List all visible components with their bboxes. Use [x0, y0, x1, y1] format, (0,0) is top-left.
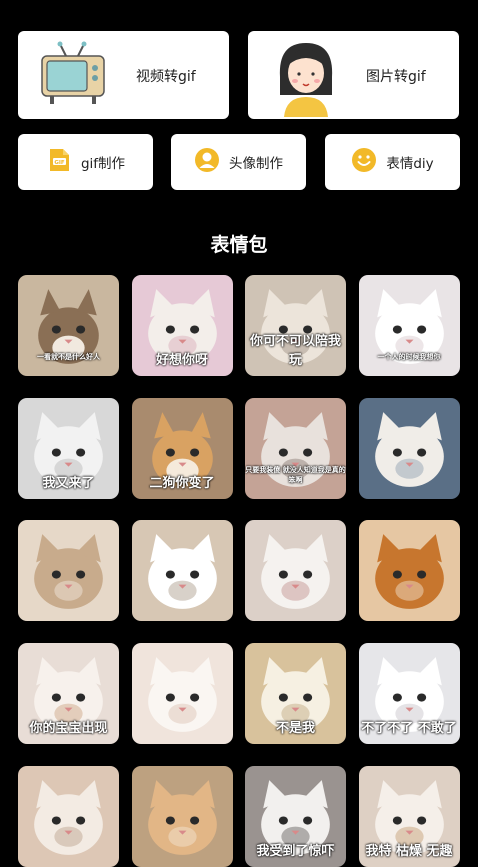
- sticker-tile[interactable]: 不了不了 不敢了: [358, 643, 460, 745]
- sticker-caption: 二狗你变了: [149, 475, 215, 491]
- sticker-tile[interactable]: 你可不可以陪我玩: [245, 275, 346, 376]
- sticker-tile[interactable]: [131, 520, 233, 622]
- sticker-caption: 不了不了 不敢了: [361, 721, 457, 737]
- cat-image: [245, 520, 346, 622]
- sticker-tile[interactable]: [131, 643, 233, 745]
- girl-avatar-icon: [272, 37, 340, 117]
- sticker-tile[interactable]: 我受到了惊吓: [245, 765, 346, 867]
- cat-image: [131, 520, 233, 622]
- emoji-diy-card[interactable]: 表情diy: [325, 134, 460, 190]
- cat-image: [18, 765, 119, 867]
- image-to-gif-card[interactable]: 图片转gif: [248, 31, 459, 119]
- sticker-tile[interactable]: 我又来了: [18, 397, 119, 499]
- sticker-caption: 一看就不是什么好人: [37, 353, 100, 361]
- cat-image: [358, 397, 460, 499]
- cat-image: [131, 765, 233, 867]
- cat-image: [18, 520, 119, 622]
- sticker-tile[interactable]: 我特 枯燥 无趣: [358, 765, 460, 867]
- sticker-caption: 只要我装傻 就没人知道我是真的笨啊: [245, 465, 346, 484]
- avatar-icon: [194, 147, 220, 177]
- sticker-tile[interactable]: [245, 520, 346, 622]
- section-title: 表情包: [210, 234, 268, 256]
- sticker-tile[interactable]: 你的宝宝出现: [18, 643, 119, 745]
- sticker-tile[interactable]: 好想你呀: [131, 275, 233, 376]
- svg-text:GIF: GIF: [54, 160, 65, 166]
- video-to-gif-card[interactable]: 视频转gif: [18, 31, 229, 119]
- sticker-tile[interactable]: 一看就不是什么好人: [18, 275, 119, 376]
- avatar-make-card[interactable]: 头像制作: [171, 134, 306, 190]
- avatar-make-label: 头像制作: [229, 156, 283, 172]
- sticker-tile[interactable]: 一个人的时候我想你: [358, 275, 460, 376]
- emoji-diy-label: 表情diy: [386, 156, 434, 172]
- sticker-tile[interactable]: [18, 520, 119, 622]
- sticker-tile[interactable]: [131, 765, 233, 867]
- cat-image: [131, 643, 233, 745]
- tv-icon: [38, 40, 108, 110]
- sticker-caption: 一个人的时候我想你: [377, 353, 441, 361]
- video-to-gif-label: 视频转gif: [136, 69, 196, 85]
- smiley-icon: [351, 147, 377, 177]
- sticker-tile[interactable]: [18, 765, 119, 867]
- image-to-gif-label: 图片转gif: [366, 69, 426, 85]
- cat-image: [358, 520, 460, 622]
- sticker-tile[interactable]: 只要我装傻 就没人知道我是真的笨啊: [245, 397, 346, 499]
- sticker-caption: 你的宝宝出现: [29, 721, 108, 737]
- gif-make-label: gif制作: [80, 156, 126, 172]
- sticker-caption: 你可不可以陪我玩: [249, 334, 341, 368]
- sticker-tile[interactable]: 二狗你变了: [131, 397, 233, 499]
- sticker-tile[interactable]: [358, 397, 460, 499]
- sticker-caption: 好想你呀: [155, 353, 208, 368]
- sticker-caption: 不是我: [275, 721, 315, 737]
- sticker-caption: 我受到了惊吓: [256, 843, 335, 859]
- sticker-caption: 我特 枯燥 无趣: [365, 843, 453, 859]
- gif-make-card[interactable]: GIF gif制作: [18, 134, 153, 190]
- sticker-caption: 我又来了: [42, 475, 95, 491]
- sticker-tile[interactable]: [358, 520, 460, 622]
- gif-file-icon: GIF: [46, 147, 72, 177]
- sticker-tile[interactable]: 不是我: [245, 643, 346, 745]
